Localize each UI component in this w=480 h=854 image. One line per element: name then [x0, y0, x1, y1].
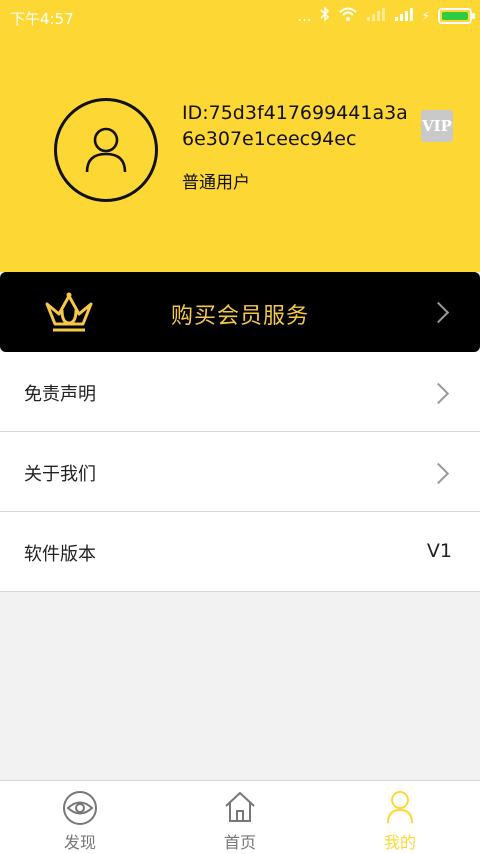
menu-item-disclaimer[interactable]: 免责声明 — [0, 352, 480, 432]
user-level: 普通用户 — [182, 173, 250, 193]
signal-weak-icon — [366, 7, 386, 25]
user-icon — [387, 791, 413, 824]
bottom-nav: 发现 首页 我的 — [0, 780, 480, 854]
chevron-right-icon — [427, 462, 450, 485]
status-icons: ... ⚡ — [297, 6, 475, 26]
profile-header: ID:75d3f417699441a3a6e307e1ceec94ec 普通用户… — [0, 34, 480, 272]
avatar[interactable] — [54, 98, 158, 202]
nav-label: 发现 — [63, 833, 96, 852]
version-value: V1 — [426, 540, 452, 562]
battery-icon — [438, 8, 475, 24]
bluetooth-icon — [320, 6, 330, 26]
house-icon — [225, 792, 255, 822]
user-id: ID:75d3f417699441a3a6e307e1ceec94ec — [182, 102, 408, 150]
user-icon — [85, 127, 127, 173]
eye-icon — [63, 791, 97, 825]
buy-vip-banner[interactable]: 购买会员服务 — [0, 272, 480, 352]
menu-item-about[interactable]: 关于我们 — [0, 432, 480, 512]
menu-item-version: 软件版本 V1 — [0, 512, 480, 592]
nav-tab-home[interactable]: 首页 — [160, 781, 320, 854]
status-bar: 下午4:57 ... ⚡ — [0, 0, 480, 34]
menu-item-label: 关于我们 — [24, 464, 96, 485]
buy-vip-label: 购买会员服务 — [170, 304, 309, 329]
nav-tab-discover[interactable]: 发现 — [0, 781, 160, 854]
settings-menu: 免责声明 关于我们 软件版本 V1 — [0, 352, 480, 592]
signal-strong-icon — [394, 7, 414, 25]
menu-item-label: 软件版本 — [24, 544, 96, 565]
wifi-icon — [338, 6, 358, 26]
signal-dots-icon: ... — [297, 7, 312, 25]
status-time: 下午4:57 — [10, 10, 74, 28]
menu-item-label: 免责声明 — [24, 384, 96, 405]
nav-label: 首页 — [223, 833, 256, 852]
charging-icon: ⚡ — [421, 9, 430, 23]
nav-label: 我的 — [383, 833, 416, 852]
nav-tab-mine[interactable]: 我的 — [320, 781, 480, 854]
chevron-right-icon — [427, 382, 450, 405]
vip-badge: VIP — [421, 110, 453, 142]
